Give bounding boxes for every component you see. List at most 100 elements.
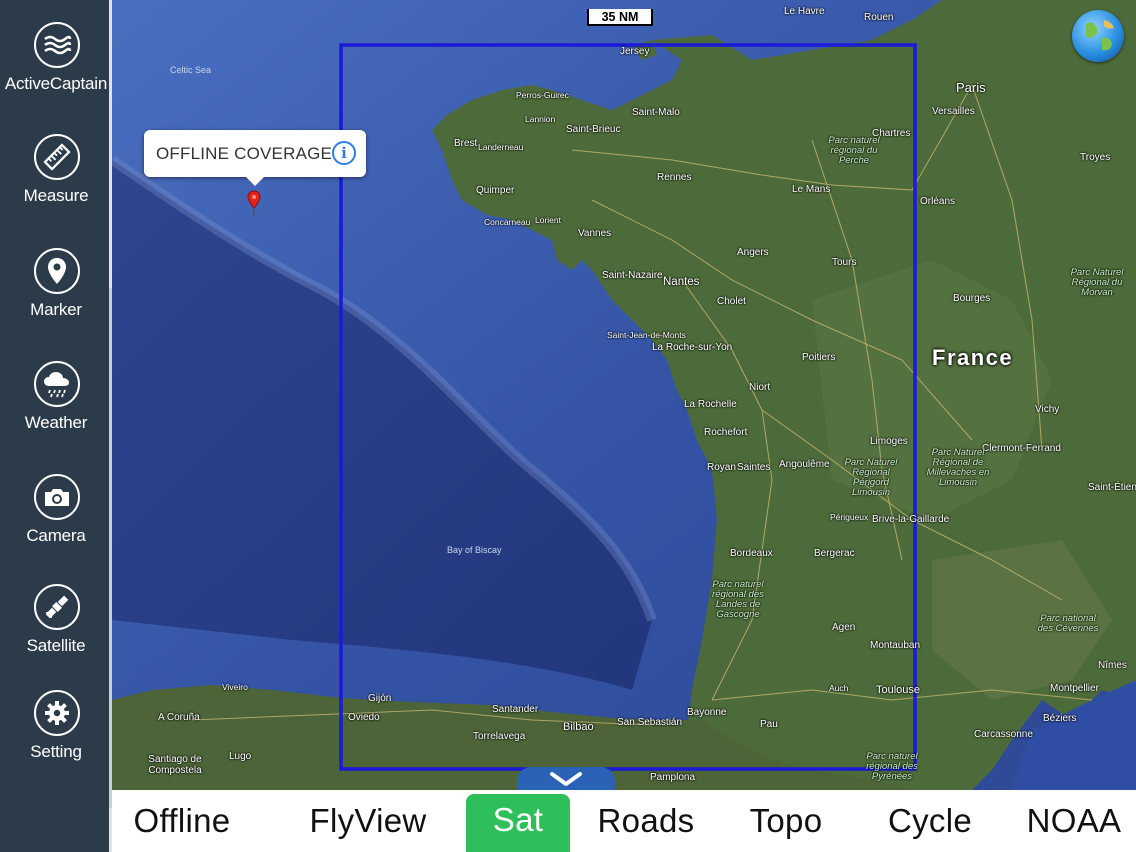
- sidebar-item-label: Satellite: [26, 636, 86, 655]
- park-label: Parc naturel régional des Landes de Gasc…: [712, 579, 764, 620]
- sidebar-item-label: ActiveCaptain: [4, 74, 108, 93]
- park-label: Parc naturel régional des Pyrénées: [866, 751, 918, 782]
- tab-roads[interactable]: Roads: [594, 790, 698, 852]
- satellite-icon: [34, 584, 80, 630]
- place-label: A Coruña: [158, 712, 200, 723]
- place-label: Nîmes: [1098, 660, 1127, 671]
- place-label: Santander: [492, 704, 539, 715]
- place-label: Niort: [749, 382, 771, 393]
- place-label: Saint-Nazaire: [602, 270, 663, 281]
- tab-offline[interactable]: Offline: [126, 790, 238, 852]
- scale-bar: 35 NM: [587, 9, 653, 26]
- tab-topo[interactable]: Topo: [744, 790, 828, 852]
- map-pin-icon[interactable]: [247, 190, 261, 216]
- app-root: ActiveCaptain Measure Marker Weather Cam: [0, 0, 1136, 852]
- place-label: Vichy: [1035, 404, 1060, 415]
- park-label: Parc national des Cévennes: [1037, 613, 1099, 634]
- place-label: Bergerac: [814, 548, 855, 559]
- place-label: Rochefort: [704, 427, 748, 438]
- place-label: Lugo: [229, 751, 252, 762]
- offline-coverage-callout[interactable]: OFFLINE COVERAGE i: [144, 130, 366, 186]
- place-label: Nantes: [663, 276, 700, 288]
- tab-sat[interactable]: Sat: [466, 794, 570, 852]
- place-label: Bayonne: [687, 707, 727, 718]
- place-label: Brive-la-Gaillarde: [872, 514, 950, 525]
- place-label: Rennes: [657, 172, 692, 183]
- location-pin-icon: [34, 248, 80, 294]
- tab-flyview[interactable]: FlyView: [304, 790, 432, 852]
- sidebar-item-label: Weather: [24, 413, 88, 432]
- sidebar-item-activecaptain[interactable]: ActiveCaptain: [0, 22, 112, 122]
- gear-icon: [34, 690, 80, 736]
- place-label: Angoulême: [779, 459, 830, 470]
- tool-sidebar: ActiveCaptain Measure Marker Weather Cam: [0, 0, 112, 852]
- place-label: Rouen: [864, 12, 894, 23]
- sea-label: Celtic Sea: [170, 65, 212, 75]
- sidebar-item-label: Marker: [30, 300, 82, 319]
- globe-icon[interactable]: [1072, 10, 1124, 62]
- place-label: Torrelavega: [473, 731, 526, 742]
- sidebar-item-label: Setting: [30, 742, 82, 761]
- map-view[interactable]: Celtic Sea Bay of Biscay Jersey Le Havre…: [112, 0, 1136, 790]
- place-label: Landerneau: [478, 142, 524, 152]
- sidebar-item-label: Measure: [23, 186, 89, 205]
- place-label: Saint-Jean-de-Monts: [607, 330, 686, 340]
- place-label: Lannion: [525, 114, 556, 124]
- place-label: Brest: [454, 138, 478, 149]
- park-label: Parc Naturel Régional du Morvan: [1070, 267, 1124, 298]
- satellite-map: [112, 0, 1136, 790]
- sidebar-item-weather[interactable]: Weather: [0, 361, 112, 461]
- chevron-down-icon: [549, 771, 583, 787]
- place-label: Quimper: [476, 185, 515, 196]
- place-label: Orléans: [920, 196, 956, 207]
- place-label: Tours: [832, 257, 857, 268]
- place-label: Santiago de Compostela: [148, 754, 202, 776]
- sidebar-item-satellite[interactable]: Satellite: [0, 584, 112, 684]
- sidebar-item-camera[interactable]: Camera: [0, 474, 112, 574]
- place-label: La Roche-sur-Yon: [652, 342, 733, 353]
- place-label: Concarneau: [484, 217, 531, 227]
- place-label: Montauban: [870, 640, 921, 651]
- place-label: Carcassonne: [974, 729, 1033, 740]
- place-label: San Sebastián: [617, 717, 683, 728]
- place-label: Auch: [829, 683, 849, 693]
- place-label: Le Mans: [792, 184, 831, 195]
- map-type-tabbar: Offline FlyView Sat Roads Topo Cycle NOA…: [112, 790, 1136, 852]
- place-label: Saintes: [737, 462, 771, 473]
- place-label: Toulouse: [876, 684, 921, 696]
- tab-cycle[interactable]: Cycle: [882, 790, 978, 852]
- place-label: Limoges: [870, 436, 908, 447]
- info-icon[interactable]: i: [332, 141, 356, 165]
- country-label: France: [932, 345, 1014, 370]
- place-label: La Rochelle: [684, 399, 737, 410]
- place-label: Lorient: [535, 215, 561, 225]
- tab-noaa[interactable]: NOAA: [1022, 790, 1126, 852]
- park-label: Parc Naturel Régional de Millevaches en …: [926, 447, 990, 488]
- place-label: Paris: [956, 80, 986, 95]
- offline-coverage-label: OFFLINE COVERAGE: [156, 144, 333, 163]
- place-label: Béziers: [1043, 713, 1077, 724]
- sidebar-item-marker[interactable]: Marker: [0, 248, 112, 348]
- place-label: Bourges: [953, 293, 991, 304]
- camera-icon: [34, 474, 80, 520]
- place-label: Bordeaux: [730, 548, 773, 559]
- place-label: Oviedo: [348, 712, 380, 723]
- park-label: Parc naturel régional du Perche: [828, 135, 880, 166]
- place-label: Saint-Brieuc: [566, 124, 621, 135]
- place-label: Le Havre: [784, 6, 825, 17]
- place-label: Cholet: [717, 296, 746, 307]
- ruler-icon: [34, 134, 80, 180]
- collapse-toolbar-button[interactable]: [517, 767, 615, 790]
- place-label: Montpellier: [1050, 683, 1099, 694]
- sidebar-item-setting[interactable]: Setting: [0, 690, 112, 790]
- sidebar-item-measure[interactable]: Measure: [0, 134, 112, 234]
- place-label: Périgueux: [830, 512, 869, 522]
- sea-label: Bay of Biscay: [447, 545, 502, 555]
- place-label: Bilbao: [563, 721, 594, 733]
- place-label: Versailles: [932, 106, 975, 117]
- place-label: Viveiro: [222, 682, 248, 692]
- place-label: Troyes: [1080, 152, 1111, 163]
- rain-cloud-icon: [34, 361, 80, 407]
- place-label: Perros-Guirec: [516, 90, 569, 100]
- waves-icon: [34, 22, 80, 68]
